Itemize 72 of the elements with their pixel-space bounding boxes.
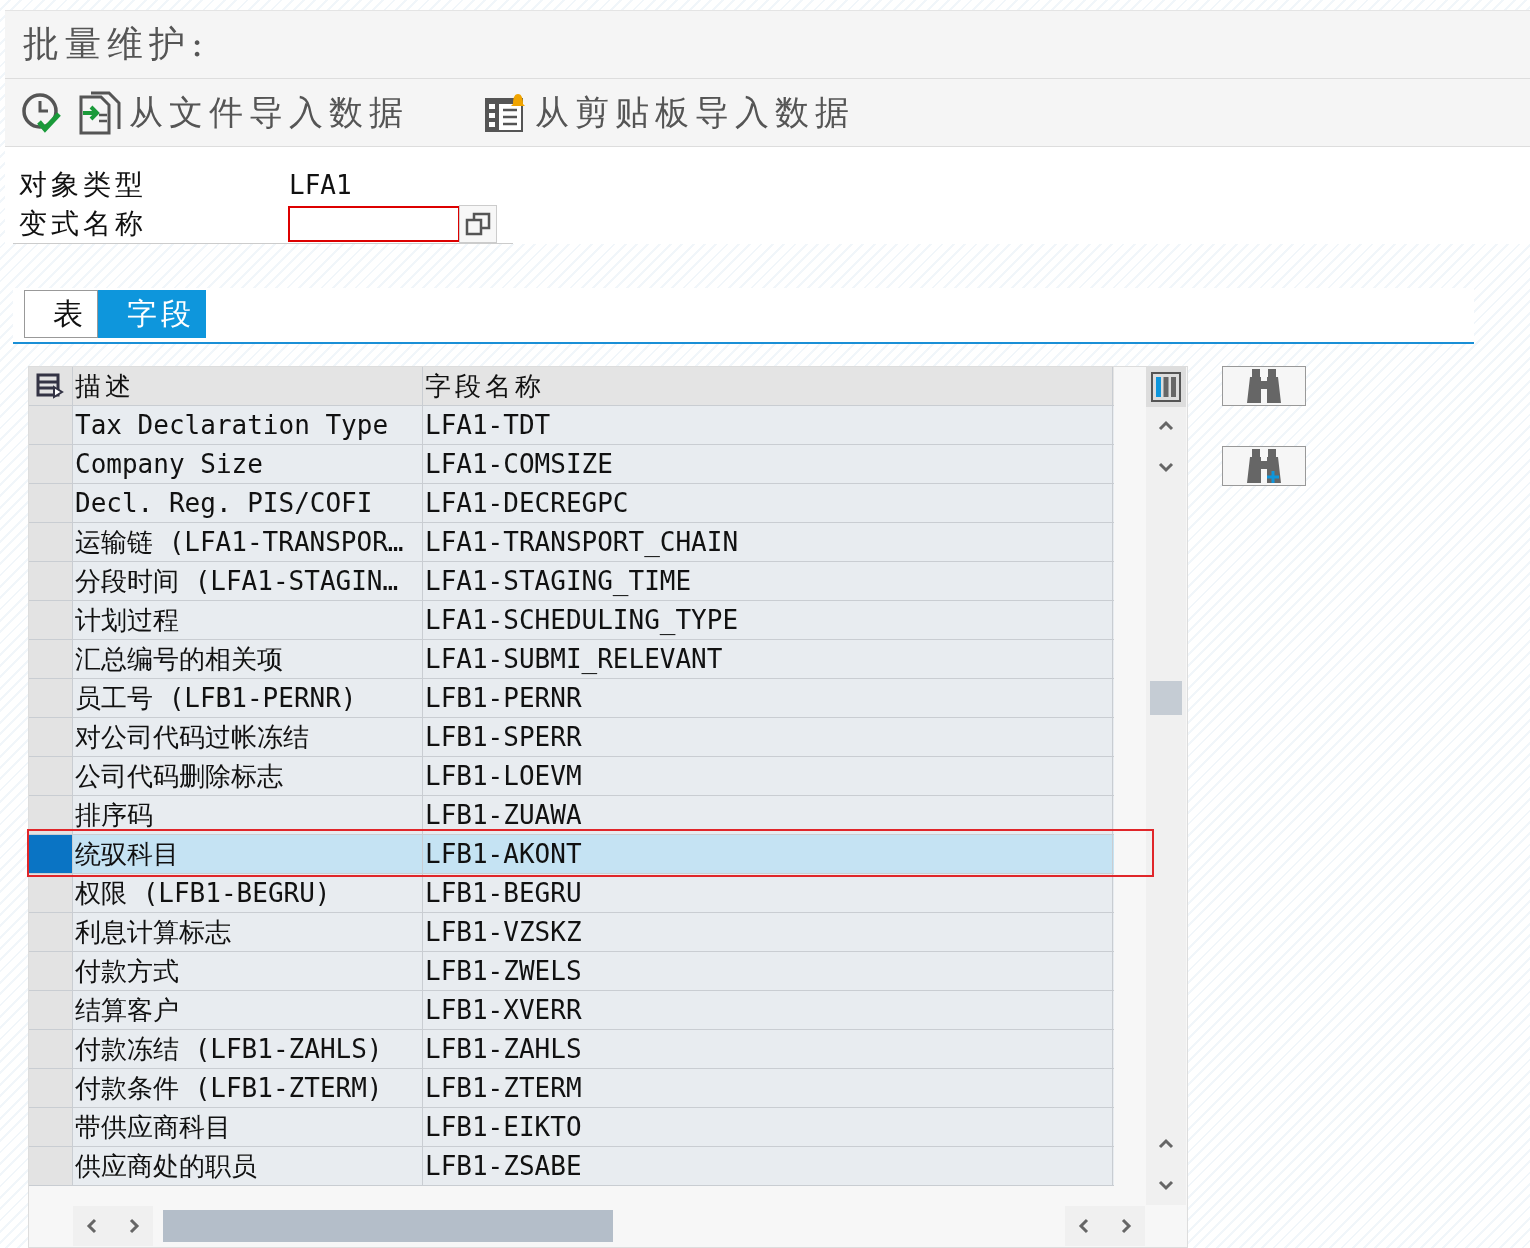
- table-cell: LFB1-PERNR: [423, 679, 1113, 717]
- table-cell: LFB1-LOEVM: [423, 757, 1113, 795]
- scroll-thumb[interactable]: [1150, 681, 1182, 715]
- table-cell: 对公司代码过帐冻结: [73, 718, 423, 756]
- table-cell: LFA1-SCHEDULING_TYPE: [423, 601, 1113, 639]
- page-title: 批量维护:: [5, 10, 1530, 79]
- columns-icon: [1151, 372, 1181, 402]
- column-header[interactable]: 字段名称: [423, 367, 1113, 405]
- table-cell: LFB1-ZSABE: [423, 1147, 1113, 1185]
- table-cell: 汇总编号的相关项: [73, 640, 423, 678]
- table-cell: LFB1-EIKTO: [423, 1108, 1113, 1146]
- table-cell: 付款冻结 (LFB1-ZAHLS): [73, 1030, 423, 1068]
- clipboard-bell-icon: [483, 91, 527, 134]
- binoculars-icon: [1246, 369, 1282, 403]
- table-cell: 计划过程: [73, 601, 423, 639]
- table-cell: LFB1-ZAHLS: [423, 1030, 1113, 1068]
- row-selector[interactable]: [29, 835, 73, 873]
- table-cell: LFB1-XVERR: [423, 991, 1113, 1029]
- tab[interactable]: 表: [24, 290, 98, 338]
- table-cell: LFB1-BEGRU: [423, 874, 1113, 912]
- table-cell: LFB1-AKONT: [423, 835, 1113, 873]
- table-cell: LFA1-DECREGPC: [423, 484, 1113, 522]
- horizontal-scroll-thumb[interactable]: [163, 1210, 613, 1242]
- table-cell: LFA1-TRANSPORT_CHAIN: [423, 523, 1113, 561]
- table-cell: LFA1-SUBMI_RELEVANT: [423, 640, 1113, 678]
- table-cell: 统驭科目: [73, 835, 423, 873]
- scroll-right-button[interactable]: [113, 1206, 153, 1246]
- table-cell: 供应商处的职员: [73, 1147, 423, 1185]
- table-cell: 利息计算标志: [73, 913, 423, 951]
- table-cell: 公司代码删除标志: [73, 757, 423, 795]
- find-next-button[interactable]: [1222, 446, 1306, 486]
- overlap-squares-icon: [465, 211, 491, 236]
- table-cell: 权限 (LFB1-BEGRU): [73, 874, 423, 912]
- field-value: LFA1: [289, 169, 352, 200]
- table-cell: LFA1-STAGING_TIME: [423, 562, 1113, 600]
- variant-input-field[interactable]: [289, 206, 459, 241]
- table-cell: 排序码: [73, 796, 423, 834]
- table-cell: LFB1-ZTERM: [423, 1069, 1113, 1107]
- row-selector[interactable]: [29, 796, 73, 834]
- table-cell: 分段时间 (LFA1-STAGIN…: [73, 562, 423, 600]
- table-cell: 运输链 (LFA1-TRANSPOR…: [73, 523, 423, 561]
- table-cell: Decl. Reg. PIS/COFI: [73, 484, 423, 522]
- binoculars-plus-icon: [1246, 449, 1282, 483]
- table-cell: LFA1-COMSIZE: [423, 445, 1113, 483]
- table-cell: LFA1-TDT: [423, 406, 1113, 444]
- field-label: 对象类型: [18, 166, 148, 203]
- import-button[interactable]: 从剪贴板导入数据: [483, 89, 855, 136]
- find-button[interactable]: [1222, 366, 1306, 406]
- table-cell: 带供应商科目: [73, 1108, 423, 1146]
- table-cell: LFB1-VZSKZ: [423, 913, 1113, 951]
- file-import-icon: [77, 90, 121, 135]
- check-clock-icon: [21, 91, 63, 134]
- import-button[interactable]: 从文件导入数据: [77, 89, 409, 136]
- table-cell: Company Size: [73, 445, 423, 483]
- table-cell: LFB1-ZWELS: [423, 952, 1113, 990]
- row-selector[interactable]: [29, 874, 73, 912]
- scroll-left-button[interactable]: [73, 1206, 113, 1246]
- value-help-button[interactable]: [459, 204, 497, 243]
- scroll-left-button[interactable]: [1065, 1206, 1105, 1246]
- field-label: 变式名称: [18, 205, 148, 242]
- table-cell: 员工号 (LFB1-PERNR): [73, 679, 423, 717]
- table-cell: LFB1-ZUAWA: [423, 796, 1113, 834]
- table-cell: 付款条件 (LFB1-ZTERM): [73, 1069, 423, 1107]
- table-cell: 结算客户: [73, 991, 423, 1029]
- table-cell: LFB1-SPERR: [423, 718, 1113, 756]
- column-settings-button[interactable]: [1146, 367, 1186, 407]
- check-button[interactable]: [21, 91, 63, 134]
- scroll-right-button[interactable]: [1105, 1206, 1145, 1246]
- column-header[interactable]: 描述: [73, 367, 423, 405]
- table-cell: Tax Declaration Type: [73, 406, 423, 444]
- table-cell: 付款方式: [73, 952, 423, 990]
- layout-menu-icon[interactable]: [35, 373, 66, 399]
